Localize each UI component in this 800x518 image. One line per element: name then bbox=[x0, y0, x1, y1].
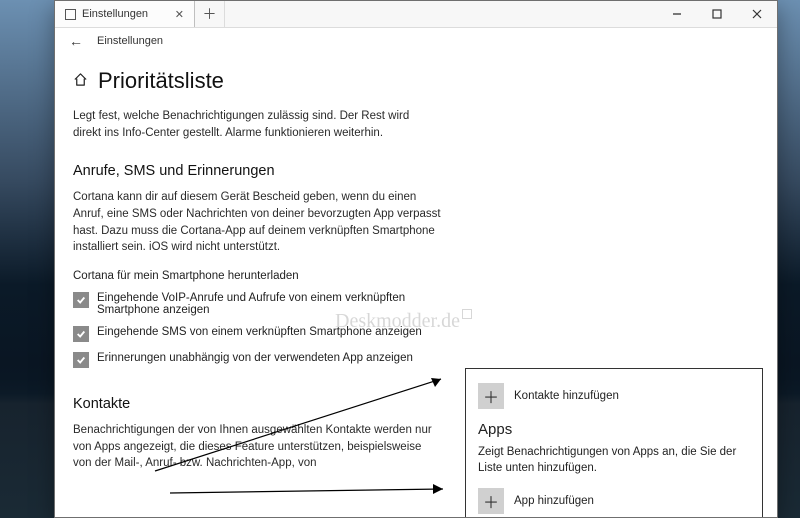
checkbox-incoming-sms[interactable]: Eingehende SMS von einem verknüpften Sma… bbox=[73, 326, 453, 342]
new-tab-button[interactable]: ＋ bbox=[195, 1, 225, 27]
checkbox-reminders[interactable]: Erinnerungen unabhängig von der verwende… bbox=[73, 352, 453, 368]
apps-section-title: Apps bbox=[478, 421, 750, 438]
section1-desc: Cortana kann dir auf diesem Gerät Besche… bbox=[73, 189, 443, 256]
window-controls bbox=[657, 1, 777, 27]
breadcrumb-bar: ← Einstellungen bbox=[55, 28, 777, 54]
close-tab-icon[interactable]: ✕ bbox=[175, 8, 184, 21]
checkbox-icon bbox=[73, 352, 89, 368]
external-link-icon bbox=[462, 309, 472, 319]
checkbox-voip-calls[interactable]: Eingehende VoIP-Anrufe und Aufrufe von e… bbox=[73, 292, 453, 316]
maximize-button[interactable] bbox=[697, 1, 737, 27]
page-heading: Prioritätsliste bbox=[73, 68, 757, 94]
right-panel: ＋ Kontakte hinzufügen Apps Zeigt Benachr… bbox=[465, 368, 763, 517]
window-titlebar: Einstellungen ✕ ＋ bbox=[55, 1, 777, 28]
apps-section-desc: Zeigt Benachrichtigungen von Apps an, di… bbox=[478, 444, 750, 476]
breadcrumb: Einstellungen bbox=[97, 35, 163, 47]
cortana-download-link[interactable]: Cortana für mein Smartphone herunterlade… bbox=[73, 270, 453, 282]
section-contacts: Kontakte Benachrichtigungen der von Ihne… bbox=[73, 396, 453, 472]
page-content: Prioritätsliste Legt fest, welche Benach… bbox=[55, 54, 777, 517]
checkbox-label: Erinnerungen unabhängig von der verwende… bbox=[97, 352, 413, 364]
settings-icon bbox=[65, 9, 76, 20]
plus-icon: ＋ bbox=[478, 383, 504, 409]
desktop-background: Einstellungen ✕ ＋ ← Einstellungen bbox=[0, 0, 800, 518]
tab-settings[interactable]: Einstellungen ✕ bbox=[55, 1, 195, 27]
home-icon[interactable] bbox=[73, 72, 88, 90]
checkbox-label: Eingehende SMS von einem verknüpften Sma… bbox=[97, 326, 422, 338]
add-app-label: App hinzufügen bbox=[514, 495, 594, 507]
back-button[interactable]: ← bbox=[69, 34, 83, 48]
section-calls-sms: Anrufe, SMS und Erinnerungen Cortana kan… bbox=[73, 163, 453, 368]
page-lead-text: Legt fest, welche Benachrichtigungen zul… bbox=[73, 108, 423, 141]
annotation-arrow-apps bbox=[165, 469, 455, 509]
add-app-button[interactable]: ＋ App hinzufügen bbox=[478, 488, 750, 514]
section1-title: Anrufe, SMS und Erinnerungen bbox=[73, 163, 453, 179]
checkbox-icon bbox=[73, 292, 89, 308]
add-contacts-label: Kontakte hinzufügen bbox=[514, 390, 619, 402]
section2-desc: Benachrichtigungen der von Ihnen ausgewä… bbox=[73, 422, 443, 472]
plus-icon: ＋ bbox=[478, 488, 504, 514]
minimize-button[interactable] bbox=[657, 1, 697, 27]
add-contacts-button[interactable]: ＋ Kontakte hinzufügen bbox=[478, 383, 750, 409]
checkbox-icon bbox=[73, 326, 89, 342]
page-title: Prioritätsliste bbox=[98, 68, 224, 94]
checkbox-label: Eingehende VoIP-Anrufe und Aufrufe von e… bbox=[97, 292, 453, 316]
tab-title: Einstellungen bbox=[82, 8, 148, 20]
section2-title: Kontakte bbox=[73, 396, 453, 412]
settings-window: Einstellungen ✕ ＋ ← Einstellungen bbox=[54, 0, 778, 518]
close-window-button[interactable] bbox=[737, 1, 777, 27]
